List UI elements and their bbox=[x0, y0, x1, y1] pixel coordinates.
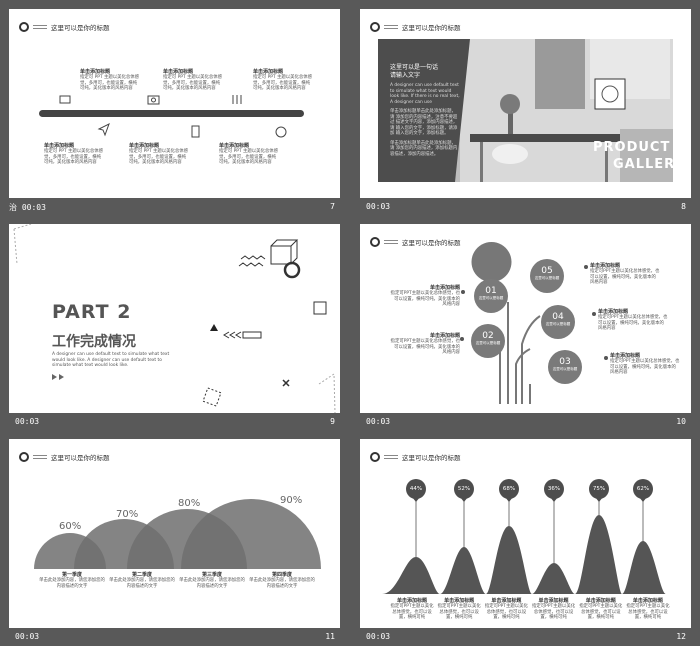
peak-label-3: 68% bbox=[502, 486, 516, 492]
part-description: A designer can use default text to simul… bbox=[52, 352, 170, 368]
s10-note-right-2: 单击添加标题 指定可PPT主题以美化总体感觉，也可以设置，横纯可纯，美化版本的风格… bbox=[598, 309, 668, 331]
thumb-number: 9 bbox=[330, 417, 335, 426]
circle-icon bbox=[283, 261, 301, 279]
drop-markers bbox=[471, 242, 512, 282]
square-icon bbox=[313, 301, 327, 315]
s10-note-left-1: 单击添加标题 指定可PPT主题以美化总体感觉，也可以设置，横纯可纯，美化版本的风格… bbox=[390, 285, 460, 307]
slide-9-canvas: PART 2 工作完成情况 A designer can use default… bbox=[9, 224, 340, 413]
thumbnail-slide-9[interactable]: PART 2 工作完成情况 A designer can use default… bbox=[5, 220, 343, 428]
bubble-05: 05 这里可以是标题 bbox=[534, 266, 560, 280]
camera-icon bbox=[147, 95, 160, 105]
slide-11-canvas: 这里可以是你的标题 60% 70% 80% 90% 第一季度 单击此处添加内容，请… bbox=[9, 439, 340, 628]
s8-para-2: 单击添加标题单击此处添加标题，请 添加您的内容描述，注意不要超过 描述文字内容，… bbox=[390, 109, 458, 136]
value-80: 80% bbox=[178, 498, 201, 509]
value-60: 60% bbox=[59, 521, 82, 532]
thumb-number: 8 bbox=[681, 202, 686, 211]
product-text: PRODUCT bbox=[593, 140, 671, 155]
bubble-04: 04 这里可以是标题 bbox=[545, 312, 571, 326]
thumb-meta-12: 00:03 12 bbox=[360, 630, 690, 642]
x-icon bbox=[282, 379, 290, 387]
thumbnail-slide-10[interactable]: 这里可以是你的标题 01 这里可以是标题 02 这里可以是标题 05 这里可以是… bbox=[356, 220, 694, 428]
thumb-number: 7 bbox=[330, 202, 335, 211]
s8-para-1: A designer can use default text to simul… bbox=[390, 83, 460, 105]
q3-block: 第三季度 单击此处添加内容，请您添加您的内容描述的文字 bbox=[179, 572, 245, 589]
thumb-number: 12 bbox=[676, 632, 686, 641]
q2-block: 第二季度 单击此处添加内容，请您添加您的内容描述的文字 bbox=[109, 572, 175, 589]
thumbnail-slide-7[interactable]: 这里可以是你的标题 单击添加标题 指定可 PPT 主题以美化总体感觉，多用可，也… bbox=[5, 5, 343, 213]
q4-block: 第四季度 单击此处添加内容，请您添加您的内容描述的文字 bbox=[249, 572, 315, 589]
slide-12-canvas: 这里可以是你的标题 44% 52% 68% 36% 75% 62% 单击添加标题… bbox=[360, 439, 691, 628]
thumb-meta-11: 00:03 11 bbox=[9, 630, 339, 642]
thumb-time: 00:03 bbox=[366, 202, 391, 211]
thumb-time: 00:03 bbox=[366, 632, 391, 641]
q1-block: 第一季度 单击此处添加内容，请您添加您的内容描述的文字 bbox=[39, 572, 105, 589]
thumb-meta-9: 00:03 9 bbox=[9, 415, 339, 427]
bubble-02: 02 这里可以是标题 bbox=[475, 331, 501, 345]
thumb-meta-10: 00:03 10 bbox=[360, 415, 690, 427]
peak-label-1: 44% bbox=[409, 486, 423, 492]
thumb-number: 10 bbox=[676, 417, 686, 426]
tv-icon bbox=[59, 95, 71, 104]
s8-para-3: 单击添加标题单击此处添加标题，请 添加您的内容描述，添加标题内 容描述，添加内容… bbox=[390, 140, 458, 157]
rocket-icon bbox=[232, 95, 242, 104]
s8-heading: 这里可以是一句话 请输入文字 bbox=[390, 64, 439, 79]
peak-label-5: 75% bbox=[592, 486, 606, 492]
send-icon bbox=[97, 122, 110, 137]
s11-semicircles bbox=[34, 499, 321, 569]
peak-label-6: 62% bbox=[636, 486, 650, 492]
triangle-icon bbox=[210, 324, 218, 331]
peak-label-2: 52% bbox=[457, 486, 471, 492]
thumb-meta-7: 治 00:03 7 bbox=[9, 200, 339, 212]
slide-8-canvas: 这里可以是你的标题 这里可以是一句话 请输入文字 A designer can … bbox=[360, 9, 691, 198]
thumb-meta-8: 00:03 8 bbox=[360, 200, 690, 212]
part-number: PART 2 bbox=[52, 301, 132, 323]
s10-note-right-3: 单击添加标题 指定可PPT主题以美化总体感觉，也可以设置，横纯可纯，美化版本的风格… bbox=[610, 353, 680, 375]
s12-captions: 单击添加标题 指定可PPT主题以美化总体感觉，也可以设置，横纯可纯 单击添加标题指… bbox=[390, 598, 670, 620]
thumbnail-slide-12[interactable]: 这里可以是你的标题 44% 52% 68% 36% 75% 62% 单击添加标题… bbox=[356, 435, 694, 643]
thumbnail-slide-8[interactable]: 这里可以是你的标题 这里可以是一句话 请输入文字 A designer can … bbox=[356, 5, 694, 213]
gallery-text: GALLERY bbox=[613, 157, 685, 172]
phone-icon bbox=[191, 125, 200, 138]
cube-icon bbox=[270, 245, 292, 265]
slide-7-canvas: 这里可以是你的标题 单击添加标题 指定可 PPT 主题以美化总体感觉，多用可，也… bbox=[9, 9, 340, 198]
thumb-time: 00:03 bbox=[15, 632, 40, 641]
s10-note-right-1: 单击添加标题 指定可PPT主题以美化总体感觉，也可以设置，横纯可纯，美化版本的风格… bbox=[590, 263, 660, 285]
thumb-time: 00:03 bbox=[15, 417, 40, 426]
thumb-time: 00:03 bbox=[366, 417, 391, 426]
thumb-number: 11 bbox=[325, 632, 335, 641]
thumb-time: 治 00:03 bbox=[9, 203, 46, 212]
slide-10-canvas: 这里可以是你的标题 01 这里可以是标题 02 这里可以是标题 05 这里可以是… bbox=[360, 224, 691, 413]
tag-icon bbox=[275, 126, 287, 138]
bubble-03: 03 这里可以是标题 bbox=[552, 357, 578, 371]
s7-icons bbox=[59, 95, 287, 138]
s8-text-panel: 这里可以是一句话 请输入文字 A designer can use defaul… bbox=[390, 64, 460, 157]
value-70: 70% bbox=[116, 509, 139, 520]
s10-note-left-2: 单击添加标题 指定可PPT主题以美化总体感觉，也可以设置，横纯可纯，美化版本的风格… bbox=[390, 333, 460, 355]
bubble-01: 01 这里可以是标题 bbox=[478, 286, 504, 300]
part-subtitle: 工作完成情况 bbox=[52, 334, 136, 350]
value-90: 90% bbox=[280, 495, 303, 506]
peak-label-4: 36% bbox=[547, 486, 561, 492]
thumbnail-slide-11[interactable]: 这里可以是你的标题 60% 70% 80% 90% 第一季度 单击此处添加内容，请… bbox=[5, 435, 343, 643]
